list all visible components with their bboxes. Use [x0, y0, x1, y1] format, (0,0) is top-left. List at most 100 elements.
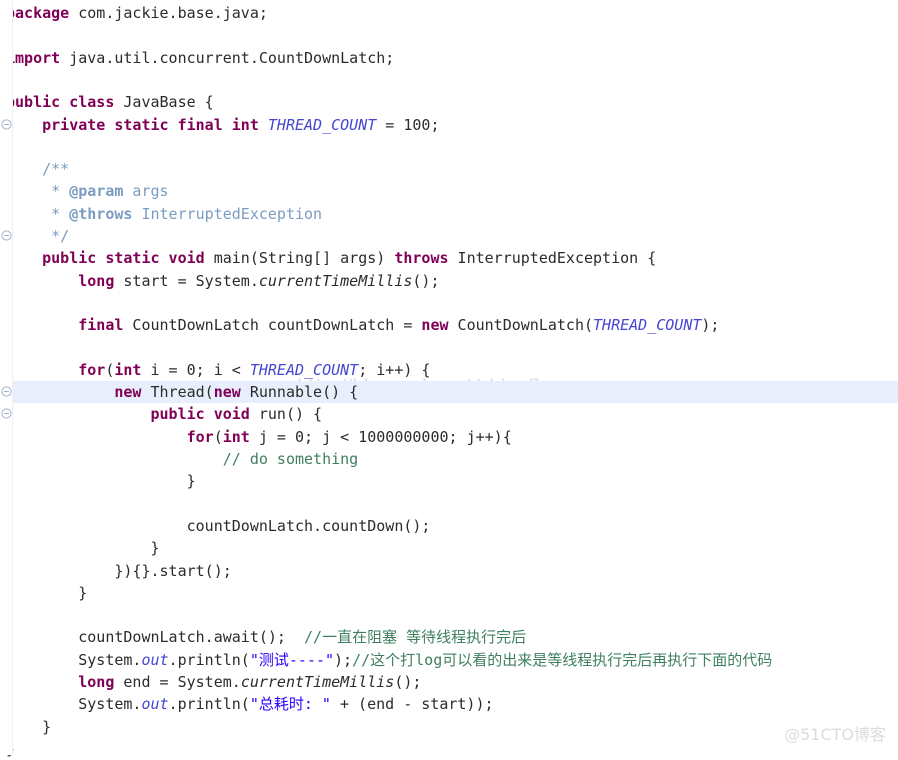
code-line[interactable]: /**: [0, 158, 898, 180]
code-line[interactable]: [0, 24, 898, 46]
code-token-plain: ();: [394, 673, 422, 691]
code-surface[interactable]: package com.jackie.base.java; import jav…: [0, 0, 898, 758]
code-token-plain: ; i++) {: [358, 360, 431, 379]
code-line[interactable]: [0, 292, 898, 314]
code-editor[interactable]: package com.jackie.base.java; import jav…: [0, 0, 898, 758]
code-token-plain: }: [6, 583, 88, 602]
code-line[interactable]: public void run() {: [0, 403, 898, 425]
fold-gutter[interactable]: [0, 0, 13, 755]
code-token-sfield: THREAD_COUNT: [249, 360, 359, 379]
code-token-doc: */: [6, 227, 70, 245]
code-token-plain: }: [6, 472, 196, 491]
code-line[interactable]: }: [0, 537, 898, 559]
fold-collapse-icon[interactable]: [1, 386, 12, 397]
code-token-plain: JavaBase {: [114, 93, 214, 112]
code-token-doctag: @param: [69, 182, 124, 201]
code-token-kw: int: [222, 427, 250, 446]
code-line[interactable]: * @throws InterruptedException: [0, 203, 898, 225]
code-token-kw: new: [213, 383, 241, 402]
code-token-plain: = 100;: [376, 115, 440, 134]
code-token-plain: countDownLatch.countDown();: [6, 516, 431, 535]
code-token-kw: public void: [150, 405, 250, 424]
code-line[interactable]: long end = System.currentTimeMillis();: [0, 671, 898, 693]
code-line[interactable]: }: [0, 582, 898, 604]
code-line[interactable]: }: [0, 470, 898, 492]
code-token-plain: );: [701, 316, 720, 335]
code-line[interactable]: countDownLatch.countDown();: [0, 515, 898, 537]
fold-collapse-icon[interactable]: [1, 118, 12, 130]
code-token-plain: Runnable() {: [240, 383, 359, 402]
code-line[interactable]: countDownLatch.await(); //一直在阻塞 等待线程执行完后: [0, 626, 898, 648]
code-token-plain: java.util.concurrent.CountDownLatch;: [60, 48, 395, 67]
code-line[interactable]: [0, 337, 898, 359]
code-token-plain: countDownLatch.await();: [6, 628, 305, 647]
code-token-plain: System.: [6, 650, 142, 669]
code-token-plain: );: [334, 650, 353, 669]
code-token-kw: public static void: [42, 249, 205, 268]
code-line[interactable]: * @param args: [0, 180, 898, 202]
code-token-kw: public class: [6, 93, 115, 112]
code-line[interactable]: import java.util.concurrent.CountDownLat…: [0, 47, 898, 69]
code-token-kw: for: [186, 427, 214, 446]
code-token-plain: }){}.start();: [6, 561, 232, 580]
code-token-plain: run() {: [249, 405, 323, 424]
code-token-doc: InterruptedException: [132, 204, 323, 223]
code-token-kw: private static final int: [42, 115, 259, 134]
code-line[interactable]: package com.jackie.base.java;: [0, 2, 898, 24]
code-token-smeth: currentTimeMillis: [258, 271, 413, 290]
code-token-kw: for: [78, 360, 106, 379]
code-line[interactable]: [0, 69, 898, 91]
code-token-doc: /**: [6, 160, 70, 179]
code-token-plain: start = System.: [114, 271, 259, 290]
code-token-kw: new: [114, 383, 142, 402]
code-token-plain: InterruptedException {: [448, 249, 657, 268]
code-line[interactable]: [0, 604, 898, 626]
code-token-plain: .println(: [168, 650, 250, 669]
code-token-plain: }: [6, 539, 160, 558]
code-token-kw: int: [114, 360, 142, 379]
code-token-plain: end = System.: [114, 673, 241, 691]
fold-collapse-icon[interactable]: [1, 230, 12, 241]
code-token-plain: CountDownLatch countDownLatch =: [123, 316, 422, 335]
code-token-doc: *: [6, 204, 70, 223]
fold-collapse-icon[interactable]: [1, 408, 12, 419]
code-line[interactable]: }){}.start();: [0, 560, 898, 582]
code-line[interactable]: [0, 493, 898, 515]
code-line[interactable]: for(int j = 0; j < 1000000000; j++){: [0, 426, 898, 448]
code-token-kw: final: [78, 316, 124, 335]
code-token-plain: com.jackie.base.java;: [69, 4, 268, 22]
code-line[interactable]: new Thread(new Runnable() {: [0, 381, 898, 404]
code-token-plain: Thread(: [141, 383, 214, 402]
code-token-kw: long: [78, 673, 115, 691]
code-line[interactable]: */: [0, 225, 898, 247]
code-line[interactable]: System.out.println("测试----");//这个打log可以看…: [0, 649, 898, 671]
code-token-sfield: out: [141, 650, 169, 669]
code-token-cmt: //一直在阻塞 等待线程执行完后: [304, 628, 527, 647]
code-line[interactable]: }: [0, 738, 898, 760]
code-token-sfield: THREAD_COUNT: [267, 115, 377, 134]
code-token-plain: i = 0; i <: [141, 360, 250, 379]
code-line[interactable]: System.out.println("总耗时: " + (end - star…: [0, 693, 898, 715]
code-token-plain: + (end - start));: [330, 695, 494, 714]
code-line[interactable]: // do something: [0, 448, 898, 470]
code-line[interactable]: long start = System.currentTimeMillis();: [0, 270, 898, 292]
watermark-brand: @51CTO博客: [784, 725, 886, 744]
code-line[interactable]: public static void main(String[] args) t…: [0, 247, 898, 269]
code-line[interactable]: [0, 136, 898, 158]
code-line[interactable]: private static final int THREAD_COUNT = …: [0, 114, 898, 136]
code-token-kw: new: [421, 316, 449, 335]
code-token-plain: CountDownLatch(: [448, 316, 594, 335]
code-token-str: "测试----": [249, 650, 335, 669]
code-line[interactable]: }: [0, 716, 898, 738]
code-token-plain: main(String[] args): [204, 249, 395, 268]
code-line[interactable]: for(int i = 0; i < THREAD_COUNT; i++) {: [0, 359, 898, 381]
code-line[interactable]: public class JavaBase {: [0, 91, 898, 113]
code-token-cmt: //这个打log可以看的出来是等线程执行完后再执行下面的代码: [352, 650, 773, 669]
code-line[interactable]: final CountDownLatch countDownLatch = ne…: [0, 314, 898, 336]
code-token-kw: throws: [394, 249, 449, 268]
